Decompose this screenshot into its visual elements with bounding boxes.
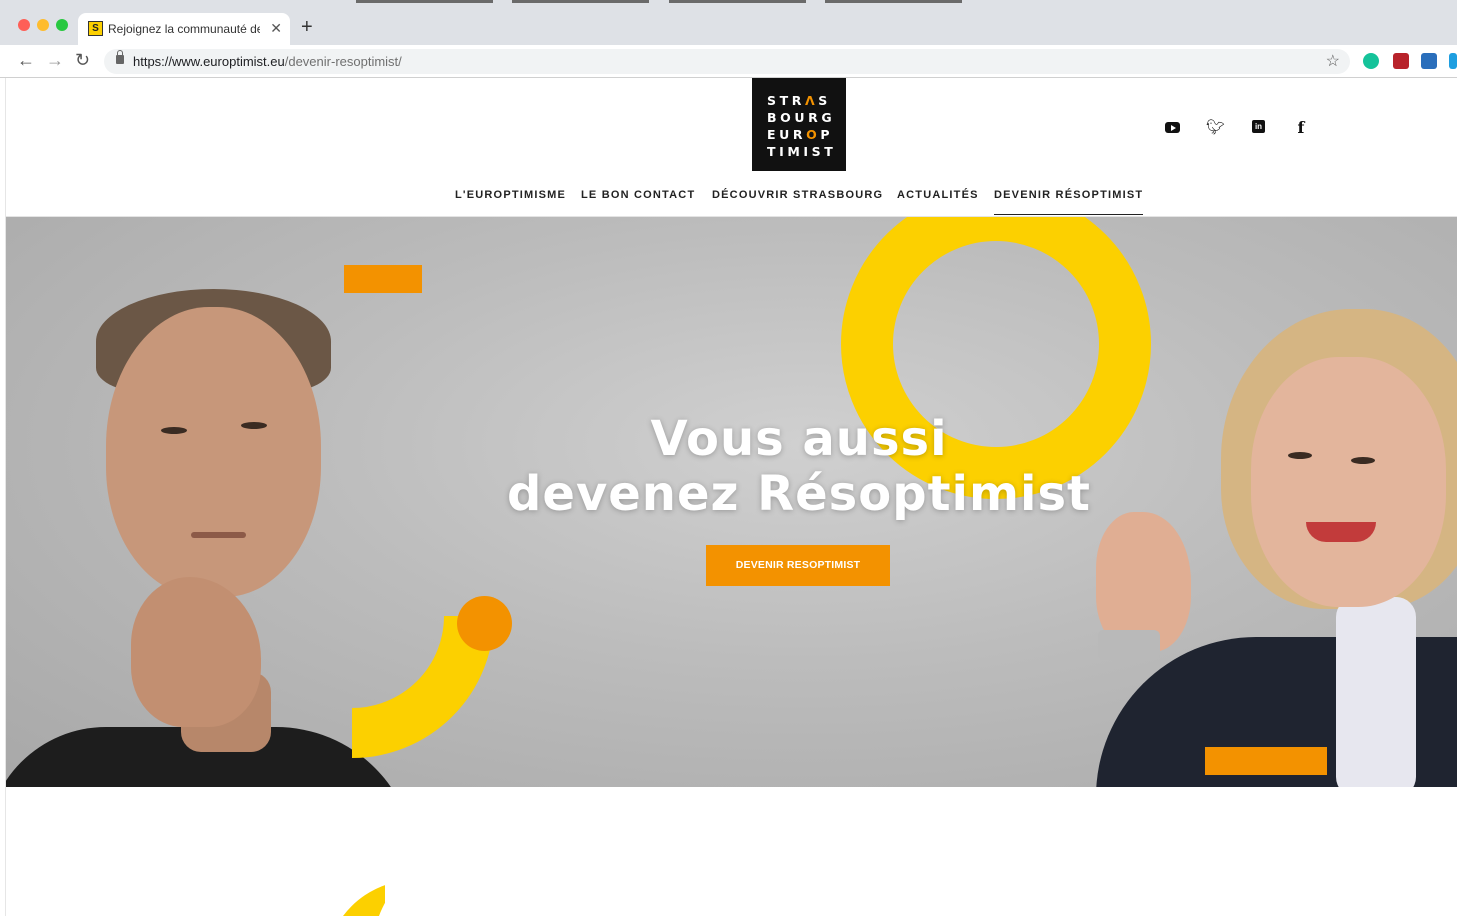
window-thumbnail xyxy=(825,0,962,3)
youtube-icon[interactable] xyxy=(1165,122,1180,133)
forward-arrow-icon[interactable]: → xyxy=(46,51,64,69)
address-bar[interactable]: https://www.europtimist.eu/devenir-resop… xyxy=(104,49,1350,74)
nav-item-europtimisme[interactable]: L'EUROPTIMISME xyxy=(455,189,566,201)
nav-item-actualites[interactable]: ACTUALITÉS xyxy=(897,189,979,201)
site-logo[interactable]: STRΛS BOURG EUROP TIMIST xyxy=(752,78,846,171)
back-arrow-icon[interactable]: ← xyxy=(17,51,35,69)
logo-line: TIMIST xyxy=(767,144,837,159)
facebook-icon[interactable]: f xyxy=(1292,118,1310,137)
browser-toolbar: ← → ↻ https://www.europtimist.eu/devenir… xyxy=(0,45,1457,78)
man-photo-hand xyxy=(131,577,261,727)
browser-chrome: S Rejoignez la communauté des R ✕ + ← → … xyxy=(0,0,1457,78)
window-thumbnail xyxy=(356,0,493,3)
ublock-extension-icon[interactable] xyxy=(1393,53,1409,69)
logo-line: EUROP xyxy=(767,127,834,142)
woman-photo-smile xyxy=(1306,522,1376,542)
extension-icon[interactable] xyxy=(1449,53,1457,69)
man-photo-mouth xyxy=(191,532,246,538)
url-host: https://www.europtimist.eu xyxy=(133,54,285,69)
browser-tab[interactable]: S Rejoignez la communauté des R ✕ xyxy=(78,13,290,45)
devenir-resoptimist-button[interactable]: DEVENIR RESOPTIMIST xyxy=(706,545,890,586)
site-header: STRΛS BOURG EUROP TIMIST 🐦︎ in f L'EUROP… xyxy=(6,78,1457,217)
close-tab-icon[interactable]: ✕ xyxy=(270,20,282,37)
orange-rectangle-decoration xyxy=(344,265,422,293)
nav-item-devenir-resoptimist[interactable]: DEVENIR RÉSOPTIMIST xyxy=(994,189,1144,215)
logo-line: STRΛS xyxy=(767,93,831,108)
window-thumbnail xyxy=(512,0,649,3)
orange-rectangle-decoration xyxy=(1205,747,1327,775)
tab-title: Rejoignez la communauté des R xyxy=(108,22,260,36)
nav-item-le-bon-contact[interactable]: LE BON CONTACT xyxy=(581,189,695,201)
nav-item-decouvrir-strasbourg[interactable]: DÉCOUVRIR STRASBOURG xyxy=(712,189,883,201)
woman-photo-shirt xyxy=(1336,597,1416,787)
grammarly-extension-icon[interactable] xyxy=(1363,53,1379,69)
bookmark-star-icon[interactable]: ☆ xyxy=(1326,51,1340,71)
window-thumbnail xyxy=(669,0,806,3)
content-section xyxy=(6,787,1457,916)
url-path: /devenir-resoptimist/ xyxy=(284,54,402,69)
close-window-button[interactable] xyxy=(18,19,30,31)
hero-title-line2: devenez Résoptimist xyxy=(507,466,1091,522)
url-text: https://www.europtimist.eu/devenir-resop… xyxy=(133,54,402,69)
orange-dot-decoration xyxy=(457,596,512,651)
hero-banner: Vous aussi devenez Résoptimist DEVENIR R… xyxy=(6,217,1457,787)
yellow-arc-decoration xyxy=(325,880,385,916)
twitter-icon[interactable]: 🐦︎ xyxy=(1206,118,1225,136)
site-favicon-icon: S xyxy=(88,21,103,36)
hero-title-line1: Vous aussi xyxy=(650,411,948,467)
minimize-window-button[interactable] xyxy=(37,19,49,31)
logo-line: BOURG xyxy=(767,110,836,125)
main-navigation: L'EUROPTIMISME LE BON CONTACT DÉCOUVRIR … xyxy=(6,189,1457,217)
extension-icon[interactable] xyxy=(1421,53,1437,69)
hero-title: Vous aussi devenez Résoptimist xyxy=(6,412,1457,522)
tab-strip: S Rejoignez la communauté des R ✕ + xyxy=(0,0,1457,45)
reload-icon[interactable]: ↻ xyxy=(75,51,90,69)
woman-photo-watch xyxy=(1098,630,1160,660)
linkedin-icon[interactable]: in xyxy=(1252,120,1265,133)
lock-icon xyxy=(116,50,124,64)
maximize-window-button[interactable] xyxy=(56,19,68,31)
new-tab-button[interactable]: + xyxy=(301,17,313,37)
